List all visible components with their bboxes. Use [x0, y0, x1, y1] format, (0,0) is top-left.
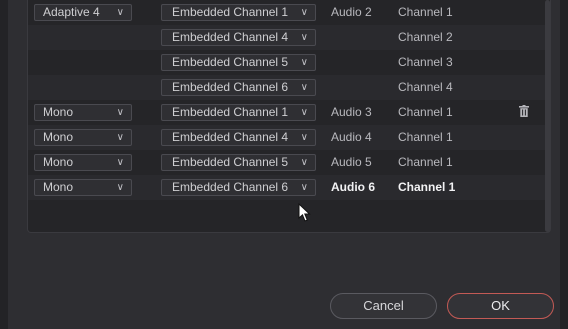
chevron-down-icon: ∨ [300, 157, 308, 168]
channel-value: Embedded Channel 5 [172, 55, 289, 69]
channel-value: Embedded Channel 6 [172, 80, 289, 94]
mode-value: Adaptive 4 [43, 5, 100, 19]
track-channel-label: Channel 3 [398, 55, 453, 69]
channel-value: Embedded Channel 6 [172, 180, 289, 194]
chevron-down-icon: ∨ [300, 7, 308, 18]
track-channel-label: Channel 1 [398, 155, 453, 169]
chevron-down-icon: ∨ [300, 57, 308, 68]
channel-value: Embedded Channel 5 [172, 155, 289, 169]
audio-track-label: Audio 4 [331, 130, 372, 144]
mode-dropdown[interactable]: Adaptive 4 ∨ [34, 4, 132, 21]
chevron-down-icon: ∨ [116, 157, 124, 168]
audio-track-label: Audio 2 [331, 5, 372, 19]
chevron-down-icon: ∨ [116, 132, 124, 143]
chevron-down-icon: ∨ [300, 32, 308, 43]
mouse-cursor-icon [298, 203, 311, 222]
table-row: Adaptive 4 ∨ Embedded Channel 1 ∨ Audio 2 … [28, 0, 550, 25]
embedded-channel-dropdown[interactable]: Embedded Channel 4 ∨ [161, 129, 316, 146]
ok-button[interactable]: OK [447, 293, 554, 319]
track-channel-label: Channel 1 [398, 105, 453, 119]
track-channel-label: Channel 2 [398, 30, 453, 44]
mode-dropdown[interactable]: Mono ∨ [34, 104, 132, 121]
cancel-button[interactable]: Cancel [330, 293, 437, 319]
dialog-left-edge [0, 0, 8, 329]
table-row: Mono ∨ Embedded Channel 4 ∨ Audio 4 Channe… [28, 125, 550, 150]
chevron-down-icon: ∨ [300, 182, 308, 193]
chevron-down-icon: ∨ [116, 182, 124, 193]
chevron-down-icon: ∨ [300, 107, 308, 118]
channel-value: Embedded Channel 4 [172, 30, 289, 44]
table-row: Embedded Channel 4 ∨ Channel 2 [28, 25, 550, 50]
track-channel-label: Channel 4 [398, 80, 453, 94]
channel-value: Embedded Channel 1 [172, 5, 289, 19]
chevron-down-icon: ∨ [300, 132, 308, 143]
embedded-channel-dropdown[interactable]: Embedded Channel 5 ∨ [161, 54, 316, 71]
table-row: Mono ∨ Embedded Channel 1 ∨ Audio 3 Channe… [28, 100, 550, 125]
channel-value: Embedded Channel 1 [172, 105, 289, 119]
table-row: Embedded Channel 6 ∨ Channel 4 [28, 75, 550, 100]
audio-track-label: Audio 3 [331, 105, 372, 119]
track-channel-label: Channel 1 [398, 180, 456, 194]
audio-mapping-dialog: Adaptive 4 ∨ Embedded Channel 1 ∨ Audio 2 … [0, 0, 568, 329]
table-row: Mono ∨ Embedded Channel 6 ∨ Audio 6 Channe… [28, 175, 550, 200]
dialog-right-edge [560, 0, 568, 329]
audio-track-label: Audio 5 [331, 155, 372, 169]
audio-track-label: Audio 6 [331, 180, 375, 194]
table-row: Mono ∨ Embedded Channel 5 ∨ Audio 5 Channe… [28, 150, 550, 175]
table-row: Embedded Channel 5 ∨ Channel 3 [28, 50, 550, 75]
track-channel-label: Channel 1 [398, 130, 453, 144]
mode-dropdown[interactable]: Mono ∨ [34, 154, 132, 171]
embedded-channel-dropdown[interactable]: Embedded Channel 6 ∨ [161, 179, 316, 196]
chevron-down-icon: ∨ [116, 107, 124, 118]
mode-dropdown[interactable]: Mono ∨ [34, 179, 132, 196]
mode-dropdown[interactable]: Mono ∨ [34, 129, 132, 146]
table-scrollbar[interactable] [545, 0, 550, 232]
trash-icon[interactable] [519, 105, 529, 117]
embedded-channel-dropdown[interactable]: Embedded Channel 6 ∨ [161, 79, 316, 96]
audio-mapping-table: Adaptive 4 ∨ Embedded Channel 1 ∨ Audio 2 … [27, 0, 551, 233]
mode-value: Mono [43, 130, 74, 144]
mode-value: Mono [43, 180, 74, 194]
chevron-down-icon: ∨ [116, 7, 124, 18]
mode-value: Mono [43, 105, 74, 119]
chevron-down-icon: ∨ [300, 82, 308, 93]
mode-value: Mono [43, 155, 74, 169]
track-channel-label: Channel 1 [398, 5, 453, 19]
embedded-channel-dropdown[interactable]: Embedded Channel 4 ∨ [161, 29, 316, 46]
embedded-channel-dropdown[interactable]: Embedded Channel 5 ∨ [161, 154, 316, 171]
embedded-channel-dropdown[interactable]: Embedded Channel 1 ∨ [161, 104, 316, 121]
embedded-channel-dropdown[interactable]: Embedded Channel 1 ∨ [161, 4, 316, 21]
channel-value: Embedded Channel 4 [172, 130, 289, 144]
